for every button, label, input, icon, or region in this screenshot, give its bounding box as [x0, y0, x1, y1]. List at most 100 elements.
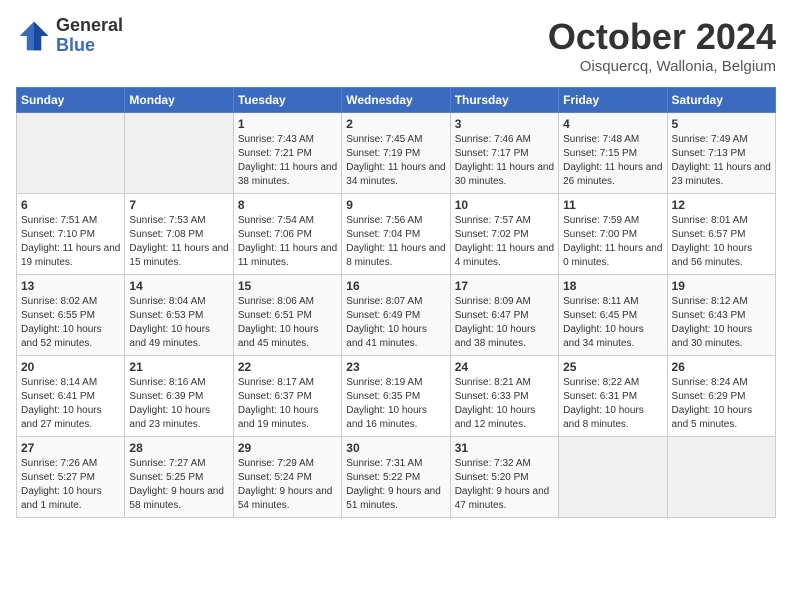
- day-info: Sunrise: 7:32 AMSunset: 5:20 PMDaylight:…: [455, 457, 554, 513]
- weekday-header: Wednesday: [342, 88, 450, 113]
- day-info: Sunrise: 8:11 AMSunset: 6:45 PMDaylight:…: [563, 295, 662, 351]
- day-info: Sunrise: 8:19 AMSunset: 6:35 PMDaylight:…: [346, 376, 445, 432]
- weekday-header: Tuesday: [233, 88, 341, 113]
- logo-icon: [16, 18, 52, 54]
- location: Oisquercq, Wallonia, Belgium: [548, 58, 776, 75]
- day-number: 14: [129, 279, 228, 293]
- calendar-cell: 31 Sunrise: 7:32 AMSunset: 5:20 PMDayligh…: [450, 437, 558, 518]
- day-info: Sunrise: 8:17 AMSunset: 6:37 PMDaylight:…: [238, 376, 337, 432]
- day-number: 24: [455, 360, 554, 374]
- calendar-cell: [125, 113, 233, 194]
- day-number: 23: [346, 360, 445, 374]
- calendar-cell: 27 Sunrise: 7:26 AMSunset: 5:27 PMDayligh…: [17, 437, 125, 518]
- calendar-cell: 22 Sunrise: 8:17 AMSunset: 6:37 PMDayligh…: [233, 356, 341, 437]
- calendar-cell: 19 Sunrise: 8:12 AMSunset: 6:43 PMDayligh…: [667, 275, 775, 356]
- calendar-cell: 16 Sunrise: 8:07 AMSunset: 6:49 PMDayligh…: [342, 275, 450, 356]
- day-number: 13: [21, 279, 120, 293]
- day-number: 5: [672, 117, 771, 131]
- day-info: Sunrise: 7:53 AMSunset: 7:08 PMDaylight:…: [129, 214, 228, 270]
- day-info: Sunrise: 8:07 AMSunset: 6:49 PMDaylight:…: [346, 295, 445, 351]
- logo: General Blue: [16, 16, 123, 56]
- calendar-week-row: 1 Sunrise: 7:43 AMSunset: 7:21 PMDaylight…: [17, 113, 776, 194]
- calendar-cell: 18Sunrise: 8:11 AMSunset: 6:45 PMDayligh…: [559, 275, 667, 356]
- day-info: Sunrise: 7:27 AMSunset: 5:25 PMDaylight:…: [129, 457, 228, 513]
- day-info: Sunrise: 7:46 AMSunset: 7:17 PMDaylight:…: [455, 133, 554, 189]
- page-header: General Blue October 2024 Oisquercq, Wal…: [16, 16, 776, 75]
- weekday-header-row: SundayMondayTuesdayWednesdayThursdayFrid…: [17, 88, 776, 113]
- calendar-cell: 5 Sunrise: 7:49 AMSunset: 7:13 PMDaylight…: [667, 113, 775, 194]
- day-number: 6: [21, 198, 120, 212]
- day-info: Sunrise: 8:04 AMSunset: 6:53 PMDaylight:…: [129, 295, 228, 351]
- calendar-cell: 25 Sunrise: 8:22 AMSunset: 6:31 PMDayligh…: [559, 356, 667, 437]
- day-info: Sunrise: 7:26 AMSunset: 5:27 PMDaylight:…: [21, 457, 120, 513]
- day-info: Sunrise: 8:09 AMSunset: 6:47 PMDaylight:…: [455, 295, 554, 351]
- calendar-cell: 8 Sunrise: 7:54 AMSunset: 7:06 PMDaylight…: [233, 194, 341, 275]
- calendar-cell: 4 Sunrise: 7:48 AMSunset: 7:15 PMDaylight…: [559, 113, 667, 194]
- day-info: Sunrise: 7:57 AMSunset: 7:02 PMDaylight:…: [455, 214, 554, 270]
- day-info: Sunrise: 8:16 AMSunset: 6:39 PMDaylight:…: [129, 376, 228, 432]
- calendar-week-row: 20Sunrise: 8:14 AMSunset: 6:41 PMDayligh…: [17, 356, 776, 437]
- calendar-cell: 24Sunrise: 8:21 AMSunset: 6:33 PMDayligh…: [450, 356, 558, 437]
- calendar-cell: 23 Sunrise: 8:19 AMSunset: 6:35 PMDayligh…: [342, 356, 450, 437]
- calendar-week-row: 27 Sunrise: 7:26 AMSunset: 5:27 PMDayligh…: [17, 437, 776, 518]
- calendar-cell: 30 Sunrise: 7:31 AMSunset: 5:22 PMDayligh…: [342, 437, 450, 518]
- day-number: 19: [672, 279, 771, 293]
- calendar-cell: 9Sunrise: 7:56 AMSunset: 7:04 PMDaylight…: [342, 194, 450, 275]
- day-info: Sunrise: 8:22 AMSunset: 6:31 PMDaylight:…: [563, 376, 662, 432]
- day-number: 16: [346, 279, 445, 293]
- day-number: 4: [563, 117, 662, 131]
- day-number: 22: [238, 360, 337, 374]
- day-info: Sunrise: 7:43 AMSunset: 7:21 PMDaylight:…: [238, 133, 337, 189]
- calendar-cell: 7 Sunrise: 7:53 AMSunset: 7:08 PMDaylight…: [125, 194, 233, 275]
- day-number: 21: [129, 360, 228, 374]
- calendar-week-row: 13 Sunrise: 8:02 AMSunset: 6:55 PMDayligh…: [17, 275, 776, 356]
- day-number: 20: [21, 360, 120, 374]
- day-number: 30: [346, 441, 445, 455]
- weekday-header: Monday: [125, 88, 233, 113]
- day-number: 26: [672, 360, 771, 374]
- day-info: Sunrise: 7:45 AMSunset: 7:19 PMDaylight:…: [346, 133, 445, 189]
- calendar-cell: [559, 437, 667, 518]
- calendar-cell: 28 Sunrise: 7:27 AMSunset: 5:25 PMDayligh…: [125, 437, 233, 518]
- calendar-table: SundayMondayTuesdayWednesdayThursdayFrid…: [16, 87, 776, 518]
- calendar-cell: 13 Sunrise: 8:02 AMSunset: 6:55 PMDayligh…: [17, 275, 125, 356]
- calendar-cell: 29 Sunrise: 7:29 AMSunset: 5:24 PMDayligh…: [233, 437, 341, 518]
- day-number: 31: [455, 441, 554, 455]
- day-info: Sunrise: 8:02 AMSunset: 6:55 PMDaylight:…: [21, 295, 120, 351]
- day-info: Sunrise: 7:29 AMSunset: 5:24 PMDaylight:…: [238, 457, 337, 513]
- calendar-cell: 17Sunrise: 8:09 AMSunset: 6:47 PMDayligh…: [450, 275, 558, 356]
- calendar-cell: 10 Sunrise: 7:57 AMSunset: 7:02 PMDayligh…: [450, 194, 558, 275]
- day-number: 1: [238, 117, 337, 131]
- day-info: Sunrise: 7:49 AMSunset: 7:13 PMDaylight:…: [672, 133, 771, 189]
- day-info: Sunrise: 8:24 AMSunset: 6:29 PMDaylight:…: [672, 376, 771, 432]
- day-number: 10: [455, 198, 554, 212]
- day-info: Sunrise: 7:48 AMSunset: 7:15 PMDaylight:…: [563, 133, 662, 189]
- calendar-cell: 26 Sunrise: 8:24 AMSunset: 6:29 PMDayligh…: [667, 356, 775, 437]
- day-number: 28: [129, 441, 228, 455]
- day-info: Sunrise: 8:01 AMSunset: 6:57 PMDaylight:…: [672, 214, 771, 270]
- day-number: 27: [21, 441, 120, 455]
- day-number: 7: [129, 198, 228, 212]
- day-number: 3: [455, 117, 554, 131]
- calendar-cell: 21 Sunrise: 8:16 AMSunset: 6:39 PMDayligh…: [125, 356, 233, 437]
- weekday-header: Thursday: [450, 88, 558, 113]
- day-info: Sunrise: 7:54 AMSunset: 7:06 PMDaylight:…: [238, 214, 337, 270]
- title-block: October 2024 Oisquercq, Wallonia, Belgiu…: [548, 16, 776, 75]
- calendar-cell: 3 Sunrise: 7:46 AMSunset: 7:17 PMDaylight…: [450, 113, 558, 194]
- calendar-cell: [667, 437, 775, 518]
- day-number: 11: [563, 198, 662, 212]
- calendar-week-row: 6Sunrise: 7:51 AMSunset: 7:10 PMDaylight…: [17, 194, 776, 275]
- day-number: 29: [238, 441, 337, 455]
- day-number: 8: [238, 198, 337, 212]
- day-info: Sunrise: 8:12 AMSunset: 6:43 PMDaylight:…: [672, 295, 771, 351]
- day-info: Sunrise: 7:31 AMSunset: 5:22 PMDaylight:…: [346, 457, 445, 513]
- day-number: 25: [563, 360, 662, 374]
- calendar-cell: 6Sunrise: 7:51 AMSunset: 7:10 PMDaylight…: [17, 194, 125, 275]
- day-number: 2: [346, 117, 445, 131]
- day-info: Sunrise: 7:59 AMSunset: 7:00 PMDaylight:…: [563, 214, 662, 270]
- calendar-cell: 11 Sunrise: 7:59 AMSunset: 7:00 PMDayligh…: [559, 194, 667, 275]
- calendar-cell: 2 Sunrise: 7:45 AMSunset: 7:19 PMDaylight…: [342, 113, 450, 194]
- calendar-cell: 14 Sunrise: 8:04 AMSunset: 6:53 PMDayligh…: [125, 275, 233, 356]
- calendar-cell: 15Sunrise: 8:06 AMSunset: 6:51 PMDayligh…: [233, 275, 341, 356]
- day-number: 9: [346, 198, 445, 212]
